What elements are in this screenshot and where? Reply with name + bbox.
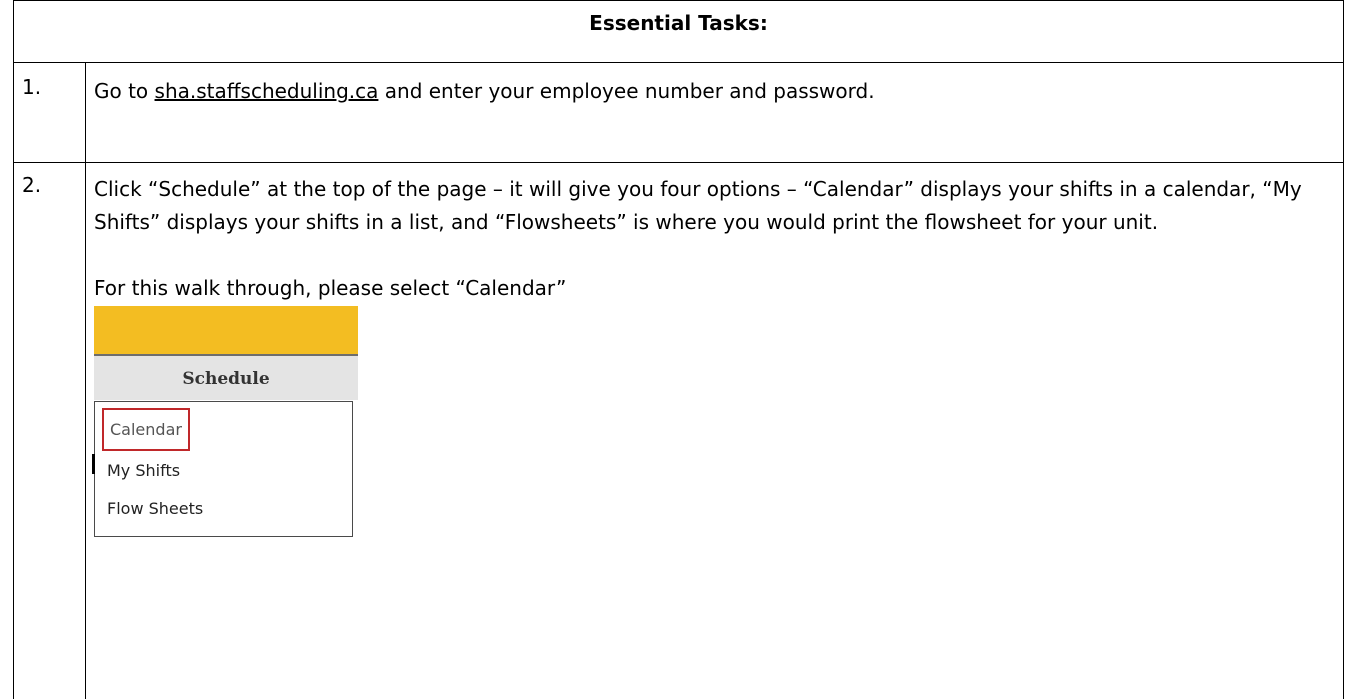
step-text-after-link: and enter your employee number and passw… (378, 79, 875, 103)
step-number-cell: 2. (13, 162, 86, 699)
menu-banner (94, 306, 358, 356)
schedule-dropdown: Calendar My Shifts Flow Sheets (92, 401, 353, 537)
essential-tasks-table: Essential Tasks: 1. Go to sha.staffsched… (13, 0, 1344, 699)
menu-edge-mark (92, 454, 95, 474)
table-header-label: Essential Tasks: (589, 11, 768, 35)
table-header: Essential Tasks: (13, 0, 1344, 63)
menu-item-my-shifts[interactable]: My Shifts (107, 454, 180, 487)
step-number-cell: 1. (13, 62, 86, 163)
step-text-cell: Click “Schedule” at the top of the page … (85, 162, 1344, 699)
step-text-before-link: Go to (94, 79, 155, 103)
step-paragraph: Click “Schedule” at the top of the page … (94, 177, 1302, 234)
menu-item-flow-sheets[interactable]: Flow Sheets (107, 492, 203, 525)
step-text-cell: Go to sha.staffscheduling.ca and enter y… (85, 62, 1344, 163)
menu-item-calendar[interactable]: Calendar (102, 408, 190, 451)
staffscheduling-link[interactable]: sha.staffscheduling.ca (155, 79, 379, 103)
schedule-menu-header[interactable]: Schedule (94, 356, 358, 400)
step-number: 2. (22, 173, 42, 197)
schedule-menu-screenshot: Schedule Calendar My Shifts Flow Sheets (92, 306, 358, 538)
step-number: 1. (22, 75, 42, 99)
table-row: 1. Go to sha.staffscheduling.ca and ente… (13, 62, 1344, 163)
step-instruction: For this walk through, please select “Ca… (94, 276, 567, 300)
table-row: 2. Click “Schedule” at the top of the pa… (13, 162, 1344, 699)
